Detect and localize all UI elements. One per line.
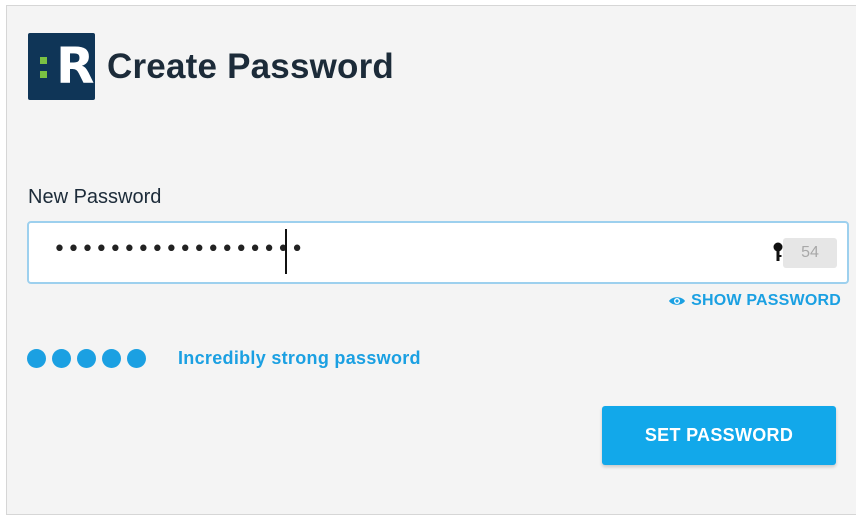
password-value: ••••••••••••••••••: [53, 237, 305, 262]
create-password-card: R Create Password New Password •••••••••…: [6, 5, 856, 515]
show-password-toggle[interactable]: SHOW PASSWORD: [668, 292, 841, 310]
key-icon[interactable]: [773, 242, 783, 262]
strength-dot: [27, 349, 46, 368]
show-password-label: SHOW PASSWORD: [691, 292, 841, 309]
password-strength-meter: Incredibly strong password: [27, 348, 421, 369]
eye-icon: [669, 297, 686, 305]
page-title: Create Password: [107, 46, 395, 86]
set-password-button[interactable]: SET PASSWORD: [602, 406, 836, 465]
password-manager-badge[interactable]: 54: [783, 238, 837, 268]
strength-dot: [102, 349, 121, 368]
strength-dot: [52, 349, 71, 368]
new-password-label: New Password: [28, 186, 162, 208]
header: R Create Password: [28, 33, 394, 100]
logo-letter: R: [56, 37, 95, 95]
new-password-input[interactable]: •••••••••••••••••• 54: [27, 221, 849, 284]
text-caret: [285, 229, 287, 274]
app-logo: R: [28, 33, 95, 100]
strength-dot: [77, 349, 96, 368]
strength-dot: [127, 349, 146, 368]
strength-label: Incredibly strong password: [178, 348, 421, 368]
